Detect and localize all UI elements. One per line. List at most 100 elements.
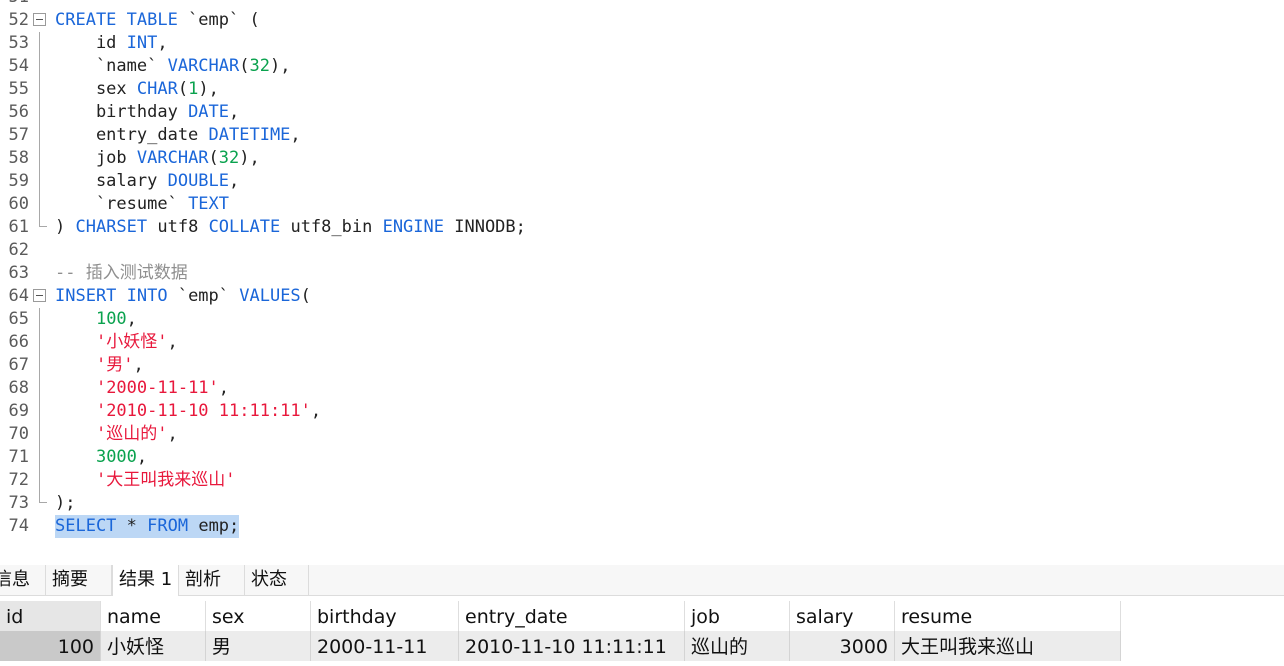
code-line[interactable]: 57 entry_date DATETIME,: [0, 124, 1284, 147]
table-cell[interactable]: 男: [206, 631, 311, 661]
code-line[interactable]: 67 '男',: [0, 354, 1284, 377]
line-number: 57: [8, 125, 29, 145]
code-token: '男': [95, 355, 134, 375]
fold-guide: [39, 331, 40, 354]
code-token: job: [55, 148, 137, 168]
code-line[interactable]: 61) CHARSET utf8 COLLATE utf8_bin ENGINE…: [0, 216, 1284, 239]
code-line[interactable]: 72 '大王叫我来巡山': [0, 469, 1284, 492]
column-header-entry-date[interactable]: entry_date: [459, 601, 685, 631]
code-line[interactable]: 62: [0, 239, 1284, 262]
fold-guide: [39, 78, 40, 101]
code-text: );: [55, 492, 75, 515]
code-token: (: [208, 148, 219, 168]
code-line[interactable]: 60 `resume` TEXT: [0, 193, 1284, 216]
table-cell[interactable]: 3000: [790, 631, 895, 661]
fold-guide: [39, 101, 40, 124]
column-header-name[interactable]: name: [101, 601, 206, 631]
code-line[interactable]: 52 CREATE TABLE `emp` (: [0, 9, 1284, 32]
code-line[interactable]: 66 '小妖怪',: [0, 331, 1284, 354]
code-text: `resume` TEXT: [55, 193, 229, 216]
code-token: utf8: [147, 217, 209, 237]
code-line[interactable]: 64 INSERT INTO `emp` VALUES(: [0, 285, 1284, 308]
code-text: 100,: [55, 308, 137, 331]
line-number: 66: [8, 332, 29, 352]
query-editor[interactable]: 5152CREATE TABLE `emp` (53 id INT,54 `na…: [0, 0, 1284, 560]
table-cell[interactable]: 小妖怪: [101, 631, 206, 661]
code-text: INSERT INTO `emp` VALUES(: [55, 285, 311, 308]
fold-collapse-icon[interactable]: [33, 289, 46, 302]
line-number: 62: [8, 240, 29, 260]
code-token: `resume`: [55, 194, 189, 214]
code-token: ENGINE: [382, 217, 444, 237]
fold-guide: [39, 400, 40, 423]
column-header-salary[interactable]: salary: [790, 601, 895, 631]
code-token: ,: [229, 102, 240, 122]
code-line[interactable]: 69 '2010-11-10 11:11:11',: [0, 400, 1284, 423]
code-line[interactable]: 56 birthday DATE,: [0, 101, 1284, 124]
tab-profile[interactable]: 剖析: [179, 565, 245, 595]
code-token: DATE: [188, 102, 230, 122]
code-line[interactable]: 51: [0, 0, 1284, 9]
code-token: ,: [218, 378, 230, 398]
code-token: ,: [157, 33, 168, 53]
code-text: `name` VARCHAR(32),: [55, 55, 291, 78]
fold-collapse-icon[interactable]: [33, 13, 46, 26]
column-header-id[interactable]: id: [0, 601, 101, 631]
tab-status[interactable]: 状态: [245, 565, 309, 595]
table-cell[interactable]: 100: [0, 631, 101, 661]
column-header-birthday[interactable]: birthday: [311, 601, 459, 631]
code-token: TEXT: [188, 194, 230, 214]
code-text: '大王叫我来巡山': [55, 469, 235, 492]
code-token: ,: [167, 332, 178, 352]
line-number: 60: [8, 194, 29, 214]
code-token: '巡山的': [95, 424, 168, 444]
fold-guide: [39, 170, 40, 193]
code-token: ),: [198, 79, 219, 99]
code-line[interactable]: 71 3000,: [0, 446, 1284, 469]
line-number: 61: [8, 217, 29, 237]
table-row[interactable]: 100 小妖怪男 2000-11-11 2010-11-10 11:11:11 巡山的 3…: [0, 631, 1121, 661]
code-line[interactable]: 58 job VARCHAR(32),: [0, 147, 1284, 170]
table-cell[interactable]: 大王叫我来巡山: [895, 631, 1121, 661]
tab-result-1[interactable]: 结果 1: [112, 565, 179, 596]
code-line[interactable]: 54 `name` VARCHAR(32),: [0, 55, 1284, 78]
column-header-job[interactable]: job: [685, 601, 790, 631]
code-token: 1: [188, 79, 199, 99]
tab-info[interactable]: 信息: [0, 565, 46, 595]
code-line[interactable]: 63 -- 插入测试数据: [0, 262, 1284, 285]
code-text: '2000-11-11',: [55, 377, 229, 400]
line-number: 56: [8, 102, 29, 122]
code-token: DOUBLE: [167, 171, 230, 191]
column-header-sex[interactable]: sex: [206, 601, 311, 631]
code-token: DATETIME: [208, 125, 291, 145]
code-token: '2000-11-11': [95, 378, 219, 398]
code-token: '2010-11-10 11:11:11': [95, 401, 311, 421]
table-cell[interactable]: 巡山的: [685, 631, 790, 661]
code-token: ,: [167, 424, 178, 444]
table-cell[interactable]: 2000-11-11: [311, 631, 459, 661]
code-line[interactable]: 59 salary DOUBLE,: [0, 170, 1284, 193]
code-token: CHARSET: [75, 217, 148, 237]
tab-summary[interactable]: 摘要: [46, 565, 112, 595]
code-line[interactable]: 73);: [0, 492, 1284, 515]
code-token: ,: [310, 401, 322, 421]
code-line[interactable]: 65 100,: [0, 308, 1284, 331]
code-line[interactable]: 53 id INT,: [0, 32, 1284, 55]
table-cell[interactable]: 2010-11-10 11:11:11: [459, 631, 685, 661]
selected-code-text: SELECT * FROM emp;: [55, 515, 240, 538]
code-line[interactable]: 55 sex CHAR(1),: [0, 78, 1284, 101]
fold-guide: [39, 32, 40, 55]
code-token: ),: [269, 56, 291, 76]
code-line[interactable]: 68 '2000-11-11',: [0, 377, 1284, 400]
results-panel: 信息 摘要 结果 1 剖析 状态 id name sex birthday entry_date…: [0, 560, 1284, 666]
fold-guide: [39, 193, 40, 216]
code-text: 3000,: [55, 446, 147, 469]
code-line[interactable]: 70 '巡山的',: [0, 423, 1284, 446]
column-header-resume[interactable]: resume: [895, 601, 1121, 631]
code-line[interactable]: 74 SELECT * FROM emp;: [0, 515, 1284, 538]
code-text: '男',: [55, 354, 144, 377]
